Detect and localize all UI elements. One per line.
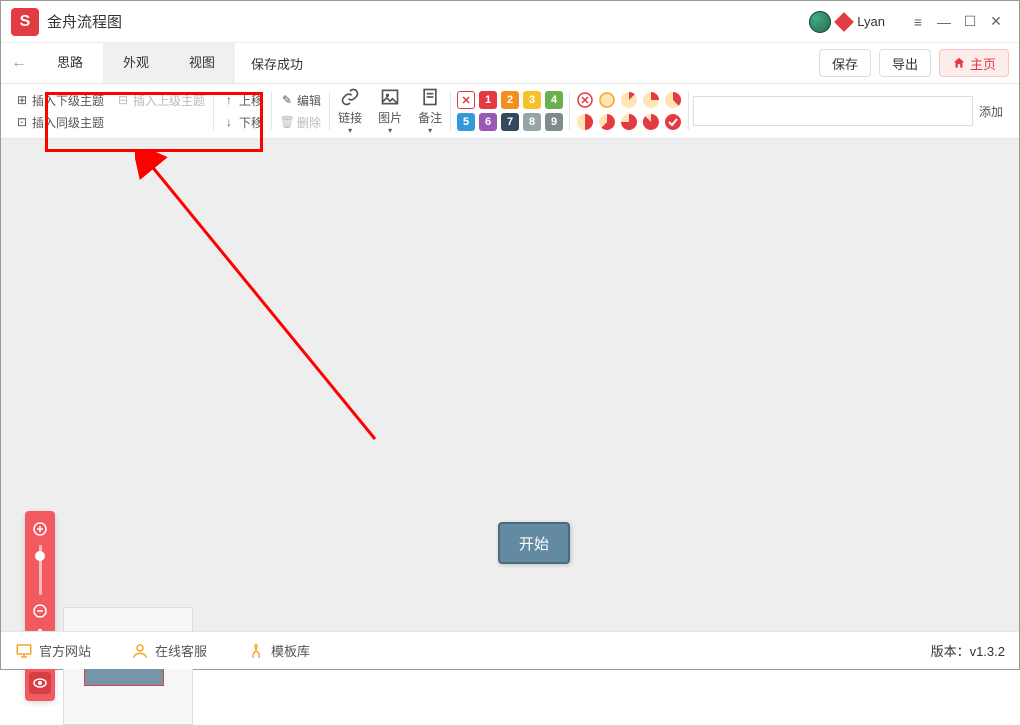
progress-0-icon[interactable]: [598, 91, 616, 109]
sub-topic-icon: ⊞: [15, 93, 29, 107]
badge-3[interactable]: 3: [523, 91, 541, 109]
tab-appearance[interactable]: 外观: [103, 43, 169, 83]
zoom-thumb[interactable]: [35, 551, 45, 561]
move-down[interactable]: ↓下移: [222, 111, 263, 133]
main-tabs: 思路 外观 视图: [37, 43, 235, 83]
zoom-slider[interactable]: [39, 545, 42, 595]
parent-topic-icon: ⊟: [116, 93, 130, 107]
badge-5[interactable]: 5: [457, 113, 475, 131]
progress-50-icon[interactable]: [576, 113, 594, 131]
template-icon: [247, 642, 265, 660]
close-button[interactable]: ✕: [983, 9, 1009, 35]
delete-button[interactable]: 🗑删除: [280, 111, 321, 133]
minimize-button[interactable]: —: [931, 9, 957, 35]
app-logo-icon: S: [11, 8, 39, 36]
app-title: 金舟流程图: [47, 11, 122, 32]
headset-icon: [131, 642, 149, 660]
badge-1[interactable]: 1: [479, 91, 497, 109]
save-button[interactable]: 保存: [819, 49, 871, 77]
insert-sub-topic[interactable]: ⊞插入下级主题: [15, 89, 104, 111]
up-arrow-icon: ↑: [222, 93, 236, 107]
save-status: 保存成功: [235, 54, 319, 73]
move-up[interactable]: ↑上移: [222, 89, 263, 111]
move-group: ↑上移 ↓下移: [214, 84, 271, 138]
footer: 官方网站 在线客服 模板库 版本：v1.3.2: [1, 631, 1019, 669]
badge-2[interactable]: 2: [501, 91, 519, 109]
insert-sibling-topic[interactable]: ⊡插入同级主题: [15, 111, 205, 133]
delete-icon: 🗑: [280, 115, 294, 129]
menu-bar: ← 思路 外观 视图 保存成功 保存 导出 主页: [1, 43, 1019, 83]
toolbar: ⊞插入下级主题 ⊟插入上级主题 ⊡插入同级主题 ↑上移 ↓下移 ✎编辑 🗑删除 …: [1, 83, 1019, 139]
username: Lyan: [857, 14, 885, 29]
progress-75-icon[interactable]: [620, 113, 638, 131]
maximize-button[interactable]: ☐: [957, 9, 983, 35]
down-arrow-icon: ↓: [222, 115, 236, 129]
note-icon: [420, 87, 440, 107]
progress-x-icon[interactable]: [576, 91, 594, 109]
link-icon: [340, 87, 360, 107]
avatar[interactable]: [809, 11, 831, 33]
badge-7[interactable]: 7: [501, 113, 519, 131]
progress-done-icon[interactable]: [664, 113, 682, 131]
insert-group: ⊞插入下级主题 ⊟插入上级主题 ⊡插入同级主题: [7, 84, 213, 138]
monitor-icon: [15, 642, 33, 660]
home-icon: [952, 56, 966, 70]
official-site-link[interactable]: 官方网站: [15, 641, 91, 660]
tab-view[interactable]: 视图: [169, 43, 235, 83]
progress-25-icon[interactable]: [642, 91, 660, 109]
zoom-out-button[interactable]: [29, 600, 51, 622]
progress-62-icon[interactable]: [598, 113, 616, 131]
menu-icon[interactable]: ≡: [905, 9, 931, 35]
start-node[interactable]: 开始: [498, 522, 570, 564]
progress-12-icon[interactable]: [620, 91, 638, 109]
customer-service-link[interactable]: 在线客服: [131, 641, 207, 660]
template-library-link[interactable]: 模板库: [247, 641, 310, 660]
eye-button[interactable]: [29, 672, 51, 694]
zoom-control: [25, 511, 55, 701]
sibling-topic-icon: ⊡: [15, 115, 29, 129]
zoom-in-button[interactable]: [29, 518, 51, 540]
link-button[interactable]: 链接▾: [330, 84, 370, 138]
badge-8[interactable]: 8: [523, 113, 541, 131]
priority-badges: ✕ 1 2 3 4 5 6 7 8 9: [451, 84, 569, 138]
badge-6[interactable]: 6: [479, 113, 497, 131]
badge-x[interactable]: ✕: [457, 91, 475, 109]
canvas[interactable]: 开始: [1, 139, 1019, 631]
title-bar: S 金舟流程图 Lyan ≡ — ☐ ✕: [1, 1, 1019, 43]
home-button[interactable]: 主页: [939, 49, 1009, 77]
note-button[interactable]: 备注▾: [410, 84, 450, 138]
edit-button[interactable]: ✎编辑: [280, 89, 321, 111]
back-arrow-icon[interactable]: ←: [11, 54, 27, 72]
insert-parent-topic[interactable]: ⊟插入上级主题: [116, 89, 205, 111]
version-label: 版本：v1.3.2: [931, 641, 1005, 660]
image-icon: [380, 87, 400, 107]
search-area: 添加: [689, 84, 1013, 138]
add-label[interactable]: 添加: [973, 103, 1009, 120]
tab-mindmap[interactable]: 思路: [37, 43, 103, 83]
export-button[interactable]: 导出: [879, 49, 931, 77]
diamond-icon: [834, 12, 854, 32]
progress-circles: [570, 84, 688, 138]
search-input[interactable]: [693, 96, 973, 126]
progress-37-icon[interactable]: [664, 91, 682, 109]
badge-9[interactable]: 9: [545, 113, 563, 131]
progress-87-icon[interactable]: [642, 113, 660, 131]
edit-group: ✎编辑 🗑删除: [272, 84, 329, 138]
image-button[interactable]: 图片▾: [370, 84, 410, 138]
badge-4[interactable]: 4: [545, 91, 563, 109]
edit-icon: ✎: [280, 93, 294, 107]
